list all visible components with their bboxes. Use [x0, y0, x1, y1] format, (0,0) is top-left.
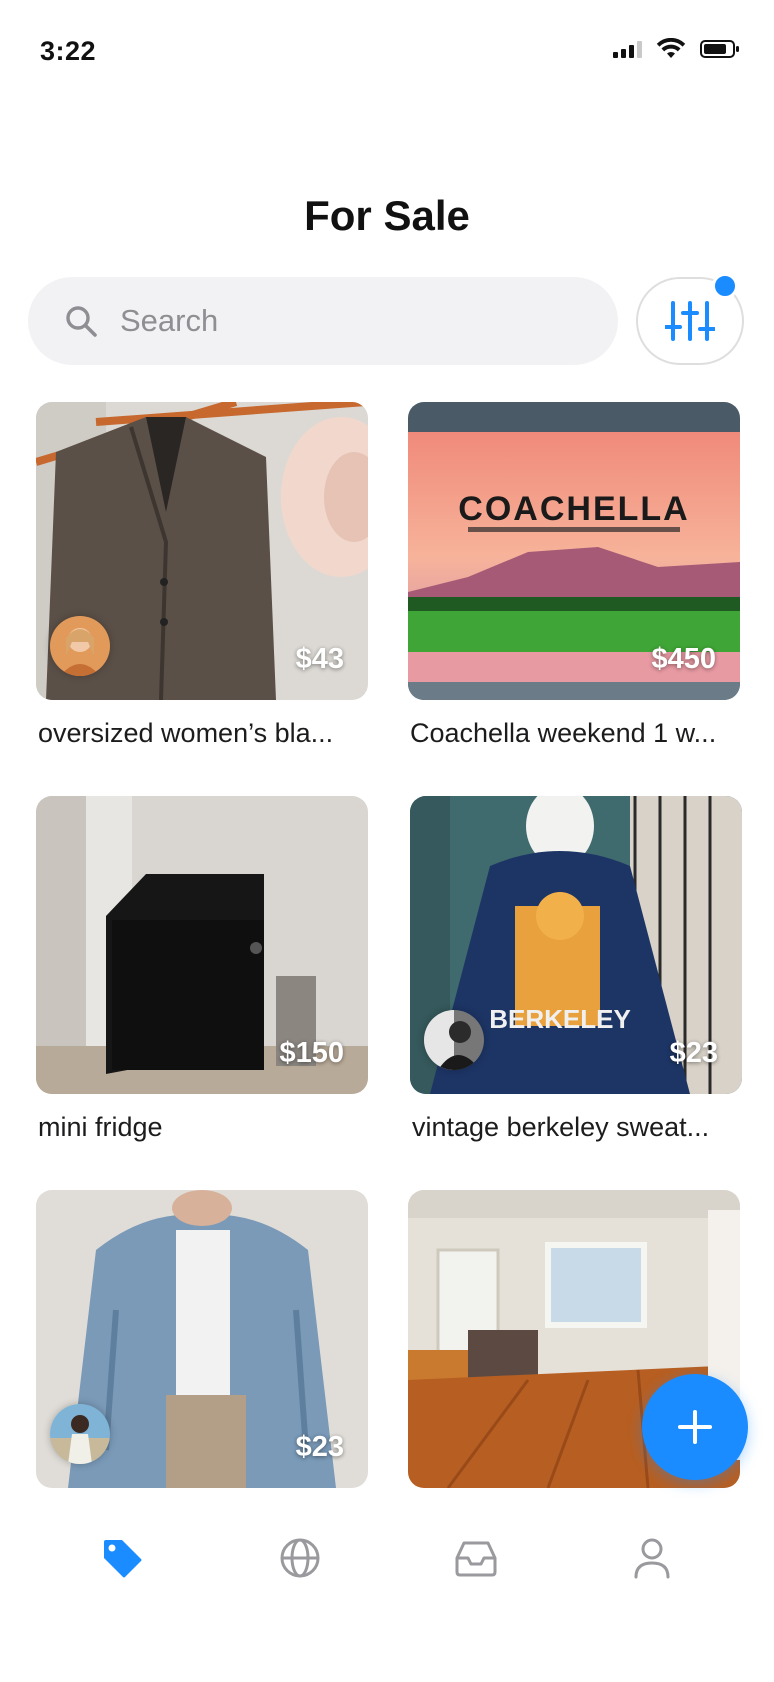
sliders-icon [665, 301, 715, 341]
listing-card[interactable]: $43 oversized women’s bla... [36, 402, 368, 749]
listing-price: $150 [279, 1037, 344, 1069]
listing-price: $43 [295, 643, 344, 675]
add-listing-button[interactable] [642, 1374, 748, 1480]
battery-icon [700, 40, 739, 58]
listing-card[interactable]: $150 mini fridge [36, 796, 368, 1143]
listing-card[interactable]: COACHELLA $450 Coachella weekend 1 w... [408, 402, 740, 749]
status-icons [613, 38, 740, 60]
filter-indicator-dot [712, 273, 738, 299]
status-time: 3:22 [40, 36, 97, 66]
search-bar[interactable] [28, 277, 618, 365]
search-input[interactable] [118, 302, 562, 340]
listing-title[interactable]: Coachella weekend 1 w... [410, 718, 740, 749]
wifi-icon [656, 38, 686, 58]
listing-price: $450 [651, 643, 716, 675]
seller-avatar[interactable] [424, 1010, 484, 1070]
listing-card[interactable]: BERKELEY $23 vintage berkeley sweat... [410, 796, 742, 1143]
seller-avatar[interactable] [50, 616, 110, 676]
listing-title[interactable]: vintage berkeley sweat... [412, 1112, 742, 1143]
listing-photo[interactable]: $23 [36, 1190, 368, 1488]
listing-price: $23 [295, 1431, 344, 1463]
tag-icon [104, 1540, 142, 1578]
listing-photo[interactable]: BERKELEY $23 [410, 796, 742, 1094]
search-icon [66, 306, 97, 337]
listing-title[interactable]: oversized women’s bla... [38, 718, 368, 749]
listing-price: $23 [669, 1037, 718, 1069]
listing-photo[interactable]: $150 [36, 796, 368, 1094]
cellular-signal-icon [613, 40, 642, 58]
tab-inbox[interactable] [436, 1528, 516, 1588]
tab-bar [0, 1500, 774, 1682]
seller-avatar[interactable] [50, 1404, 110, 1464]
globe-icon [280, 1538, 320, 1578]
listing-title[interactable]: mini fridge [38, 1112, 368, 1143]
inbox-icon [455, 1541, 497, 1577]
listing-photo[interactable]: COACHELLA $450 [408, 402, 740, 700]
listing-card[interactable]: $23 [36, 1190, 368, 1488]
plus-icon [678, 1410, 712, 1444]
page-title: For Sale [304, 192, 470, 239]
svg-text:BERKELEY: BERKELEY [489, 1004, 631, 1034]
listing-photo[interactable]: $43 [36, 402, 368, 700]
tab-for-sale[interactable] [82, 1528, 162, 1588]
svg-text:COACHELLA: COACHELLA [458, 490, 689, 528]
filter-button[interactable] [636, 273, 744, 365]
tab-explore[interactable] [260, 1528, 340, 1588]
status-bar: 3:22 [0, 0, 774, 100]
person-icon [634, 1538, 670, 1579]
tab-profile[interactable] [612, 1528, 692, 1588]
